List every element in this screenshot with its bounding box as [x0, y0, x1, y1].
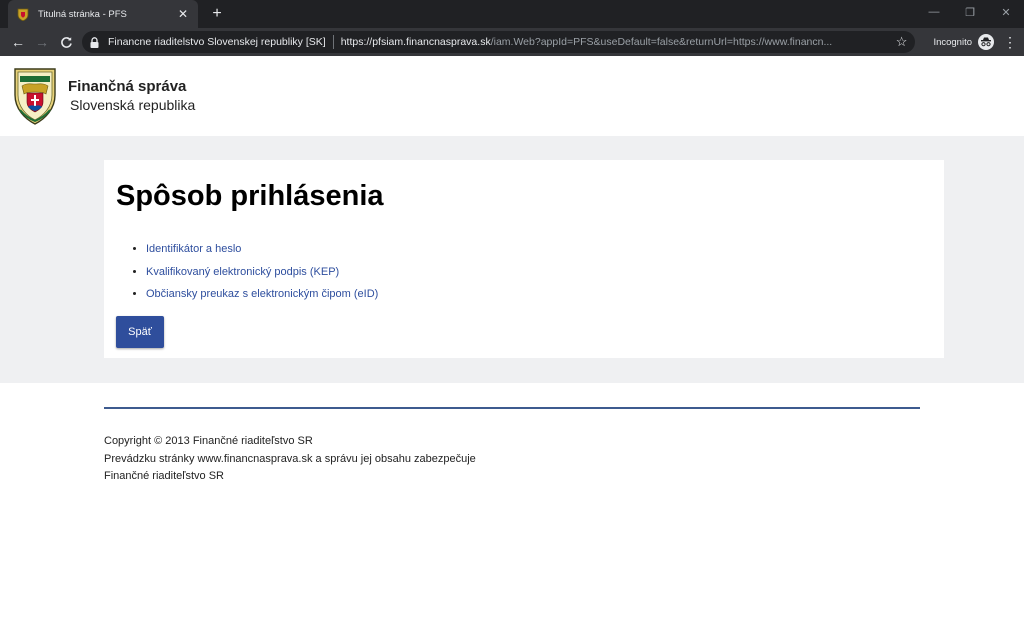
browser-menu-icon[interactable]: ⋮	[1002, 34, 1018, 51]
omnibox-separator	[332, 35, 334, 49]
list-item: Identifikátor a heslo	[146, 238, 932, 261]
list-item: Kvalifikovaný elektronický podpis (KEP)	[146, 261, 932, 284]
login-option-password-link[interactable]: Identifikátor a heslo	[146, 243, 241, 255]
browser-tab[interactable]: Titulná stránka - PFS ✕	[8, 0, 198, 28]
window-controls: — ❐ ✕	[916, 0, 1024, 28]
incognito-label: Incognito	[933, 36, 972, 48]
footer-divider	[104, 407, 920, 409]
tab-title: Titulná stránka - PFS	[38, 8, 127, 20]
minimize-icon[interactable]: —	[916, 0, 952, 24]
login-options-list: Identifikátor a heslo Kvalifikovaný elek…	[146, 238, 932, 306]
financna-sprava-crest-icon[interactable]	[12, 66, 58, 126]
site-footer: Copyright © 2013 Finančné riaditeľstvo S…	[0, 383, 1024, 486]
restore-icon[interactable]: ❐	[952, 0, 988, 24]
login-option-kep-link[interactable]: Kvalifikovaný elektronický podpis (KEP)	[146, 266, 339, 278]
window-close-icon[interactable]: ✕	[988, 0, 1024, 24]
incognito-icon[interactable]	[978, 34, 994, 50]
url-text: https://pfsiam.financnasprava.sk/iam.Web…	[341, 36, 890, 48]
new-tab-icon[interactable]: +	[207, 4, 227, 24]
browser-toolbar: ← → Financne riaditelstvo Slovenskej rep…	[0, 28, 1024, 56]
site-favicon-icon	[16, 7, 30, 21]
login-method-card: Spôsob prihlásenia Identifikátor a heslo…	[104, 160, 944, 358]
address-bar[interactable]: Financne riaditelstvo Slovenskej republi…	[82, 31, 916, 53]
browser-tabstrip: Titulná stránka - PFS ✕ + — ❐ ✕	[0, 0, 1024, 28]
brand-block: Finančná správa Slovenská republika	[68, 78, 195, 114]
url-path: /iam.Web?appId=PFS&useDefault=false&retu…	[490, 36, 833, 48]
footer-text: Copyright © 2013 Finančné riaditeľstvo S…	[104, 433, 920, 486]
lock-icon	[90, 36, 100, 48]
forward-arrow-icon[interactable]: →	[30, 30, 54, 54]
content-band: Spôsob prihlásenia Identifikátor a heslo…	[0, 136, 1024, 383]
tab-close-icon[interactable]: ✕	[176, 7, 190, 21]
site-header: Finančná správa Slovenská republika	[0, 56, 1024, 136]
bookmark-star-icon[interactable]: ☆	[896, 34, 908, 50]
reload-icon[interactable]	[54, 30, 78, 54]
footer-operator: Prevádzku stránky www.financnasprava.sk …	[104, 452, 476, 465]
login-option-eid-link[interactable]: Občiansky preukaz s elektronickým čipom …	[146, 288, 378, 300]
brand-name: Finančná správa	[68, 78, 187, 95]
footer-copyright: Copyright © 2013 Finančné riaditeľstvo S…	[104, 435, 313, 447]
url-host: https://pfsiam.financnasprava.sk	[340, 36, 491, 48]
list-item: Občiansky preukaz s elektronickým čipom …	[146, 283, 932, 306]
back-button[interactable]: Späť	[116, 315, 164, 348]
page-title: Spôsob prihlásenia	[116, 180, 384, 212]
brand-subtitle: Slovenská republika	[70, 97, 196, 113]
site-identity: Financne riaditelstvo Slovenskej republi…	[108, 36, 326, 48]
back-arrow-icon[interactable]: ←	[6, 30, 30, 54]
footer-operator-name: Finančné riaditeľstvo SR	[104, 470, 224, 482]
